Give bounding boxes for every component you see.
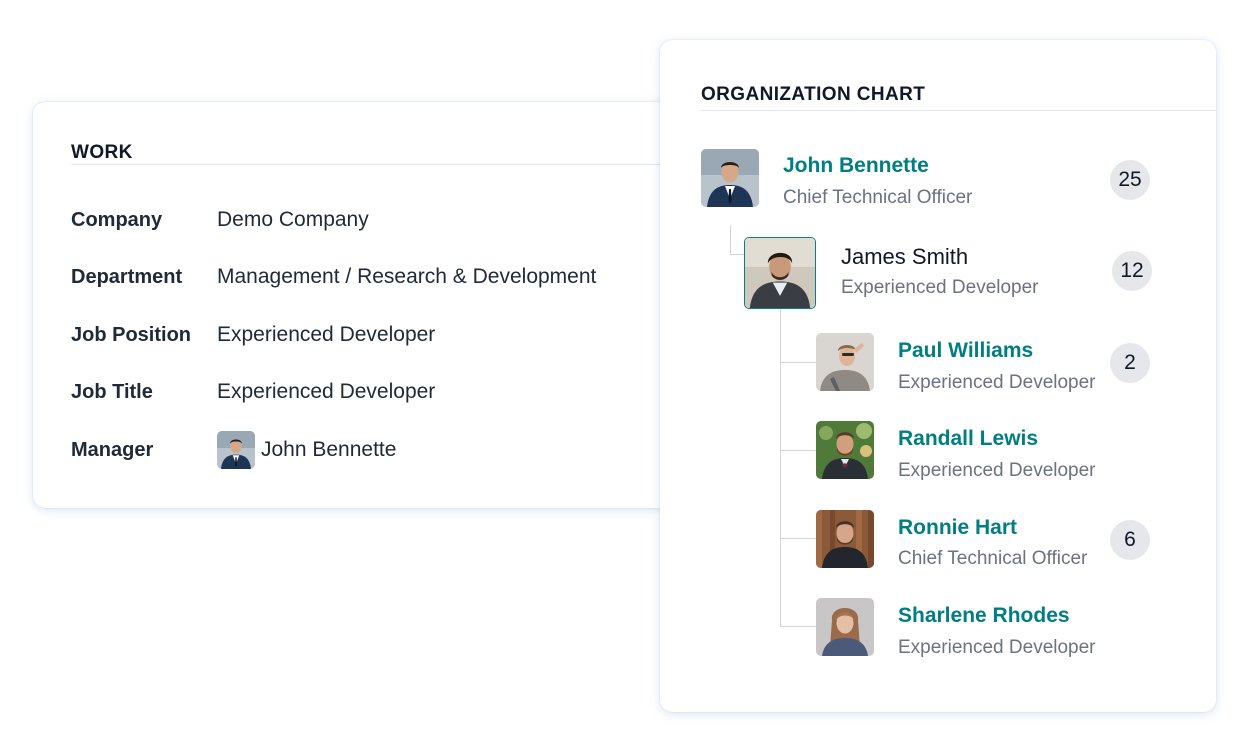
job-title-value[interactable]: Experienced Developer <box>217 380 435 404</box>
subordinate-avatar[interactable] <box>816 598 874 656</box>
tree-connector-sub-4 <box>780 626 816 627</box>
employee-name: James Smith <box>841 244 969 269</box>
job-title-label: Job Title <box>71 380 153 403</box>
department-label: Department <box>71 265 183 288</box>
subordinate-count-badge[interactable]: 2 <box>1110 343 1150 383</box>
field-row-manager: Manager John Bennette <box>71 431 396 469</box>
field-row-department: Department Management / Research & Devel… <box>71 262 596 292</box>
job-position-value[interactable]: Experienced Developer <box>217 323 435 347</box>
subordinate-job-title: Chief Technical Officer <box>898 548 1088 569</box>
org-chart-title: ORGANIZATION CHART <box>701 84 926 105</box>
tree-connector-manager-h <box>730 254 744 255</box>
field-row-job-title: Job Title Experienced Developer <box>71 377 435 407</box>
subordinate-avatar[interactable] <box>816 421 874 479</box>
work-divider <box>71 164 693 165</box>
subordinate-avatar[interactable] <box>816 333 874 391</box>
work-section-title: WORK <box>71 142 133 163</box>
employee-job-title: Experienced Developer <box>841 277 1039 298</box>
subordinate-job-title: Experienced Developer <box>898 460 1096 481</box>
manager-job-title: Chief Technical Officer <box>783 187 973 208</box>
manager-name: John Bennette <box>261 438 397 461</box>
subordinate-avatar[interactable] <box>816 510 874 568</box>
department-value[interactable]: Management / Research & Development <box>217 265 596 289</box>
employee-count-badge[interactable]: 12 <box>1112 251 1152 291</box>
subordinate-name-link[interactable]: Paul Williams <box>898 339 1033 363</box>
subordinate-name-link[interactable]: Randall Lewis <box>898 427 1038 451</box>
work-card: WORK Company Demo Company Department Man… <box>33 102 693 508</box>
manager-label: Manager <box>71 438 154 461</box>
manager-count-badge[interactable]: 25 <box>1110 160 1150 200</box>
subordinate-name-link[interactable]: Sharlene Rhodes <box>898 604 1070 628</box>
org-chart-divider <box>701 110 1216 111</box>
org-chart-card: ORGANIZATION CHART John Bennette Chief T… <box>660 40 1216 712</box>
manager-name-link[interactable]: John Bennette <box>783 154 929 178</box>
subordinate-count-badge[interactable]: 6 <box>1110 520 1150 560</box>
employee-avatar <box>744 237 816 309</box>
subordinate-name-link[interactable]: Ronnie Hart <box>898 516 1017 540</box>
tree-connector-sub-2 <box>780 450 816 451</box>
field-row-job-position: Job Position Experienced Developer <box>71 320 435 350</box>
company-label: Company <box>71 208 163 231</box>
tree-connector-sub-3 <box>780 538 816 539</box>
manager-avatar[interactable] <box>701 149 759 207</box>
field-row-company: Company Demo Company <box>71 205 369 235</box>
company-value[interactable]: Demo Company <box>217 208 369 232</box>
subordinate-job-title: Experienced Developer <box>898 372 1096 393</box>
job-position-label: Job Position <box>71 323 191 346</box>
manager-avatar <box>217 431 255 469</box>
tree-connector-manager <box>730 225 731 255</box>
manager-value[interactable]: John Bennette <box>217 431 396 469</box>
subordinate-job-title: Experienced Developer <box>898 637 1096 658</box>
tree-connector-sub-1 <box>780 362 816 363</box>
tree-connector-subordinates <box>780 309 781 627</box>
